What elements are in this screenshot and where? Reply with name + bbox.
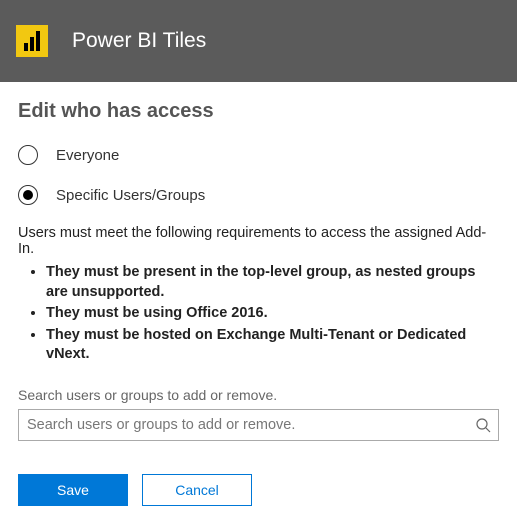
dialog-title: Power BI Tiles (72, 29, 206, 53)
save-button[interactable]: Save (18, 474, 128, 506)
radio-option-everyone[interactable]: Everyone (18, 145, 499, 165)
power-bi-logo-icon (16, 25, 48, 57)
search-field-wrap (18, 409, 499, 441)
requirements-intro: Users must meet the following requiremen… (18, 225, 499, 257)
dialog-footer: Save Cancel (18, 474, 252, 506)
dialog-content: Edit who has access Everyone Specific Us… (0, 82, 517, 441)
search-label: Search users or groups to add or remove. (18, 387, 499, 403)
radio-label-everyone: Everyone (56, 147, 119, 164)
cancel-button[interactable]: Cancel (142, 474, 252, 506)
dialog-header: Power BI Tiles (0, 0, 517, 82)
requirement-item: They must be hosted on Exchange Multi-Te… (46, 326, 499, 365)
section-heading: Edit who has access (18, 100, 499, 123)
radio-label-specific: Specific Users/Groups (56, 187, 205, 204)
requirements-list: They must be present in the top-level gr… (18, 263, 499, 365)
requirement-item: They must be present in the top-level gr… (46, 263, 499, 302)
radio-icon (18, 185, 38, 205)
radio-icon (18, 145, 38, 165)
search-input[interactable] (18, 409, 499, 441)
requirement-item: They must be using Office 2016. (46, 304, 499, 324)
radio-option-specific[interactable]: Specific Users/Groups (18, 185, 499, 205)
